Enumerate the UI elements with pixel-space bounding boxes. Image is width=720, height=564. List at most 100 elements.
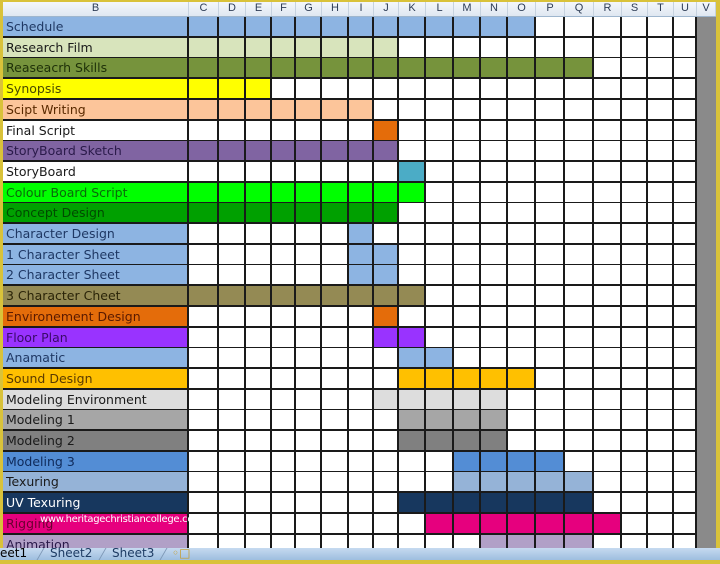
grid-cell[interactable]	[622, 389, 648, 411]
grid-cell[interactable]	[594, 58, 622, 80]
grid-cell[interactable]	[374, 368, 399, 390]
gantt-bar-cell[interactable]	[219, 203, 246, 225]
grid-cell[interactable]	[246, 265, 272, 287]
grid-cell[interactable]	[399, 99, 426, 121]
gantt-bar-cell[interactable]	[322, 37, 349, 59]
grid-cell[interactable]	[349, 327, 374, 349]
gantt-bar-cell[interactable]	[565, 58, 594, 80]
grid-cell[interactable]	[399, 120, 426, 142]
gantt-bar-cell[interactable]	[374, 389, 399, 411]
column-v-cell[interactable]	[697, 513, 716, 535]
grid-cell[interactable]	[508, 389, 536, 411]
grid-cell[interactable]	[622, 513, 648, 535]
task-label-cell[interactable]: Environement Design	[3, 306, 189, 328]
sheet-tab-3[interactable]: Sheet3	[112, 546, 154, 560]
grid-cell[interactable]	[426, 203, 454, 225]
grid-cell[interactable]	[189, 472, 219, 494]
grid-cell[interactable]	[594, 410, 622, 432]
grid-cell[interactable]	[674, 58, 697, 80]
grid-cell[interactable]	[322, 513, 349, 535]
grid-cell[interactable]	[296, 224, 322, 245]
grid-cell[interactable]	[349, 534, 374, 548]
grid-cell[interactable]	[454, 37, 481, 59]
grid-cell[interactable]	[674, 79, 697, 101]
grid-cell[interactable]	[508, 244, 536, 266]
grid-cell[interactable]	[594, 120, 622, 142]
grid-cell[interactable]	[374, 348, 399, 370]
grid-cell[interactable]	[374, 513, 399, 535]
grid-cell[interactable]	[648, 182, 674, 204]
grid-cell[interactable]	[565, 327, 594, 349]
grid-cell[interactable]	[399, 224, 426, 245]
grid-cell[interactable]	[536, 224, 565, 245]
gantt-bar-cell[interactable]	[349, 224, 374, 245]
grid-cell[interactable]	[246, 368, 272, 390]
grid-cell[interactable]	[648, 37, 674, 59]
grid-cell[interactable]	[189, 534, 219, 548]
gantt-bar-cell[interactable]	[399, 348, 426, 370]
gantt-bar-cell[interactable]	[189, 99, 219, 121]
gantt-bar-cell[interactable]	[399, 58, 426, 80]
column-v-cell[interactable]	[697, 37, 716, 59]
grid-cell[interactable]	[322, 389, 349, 411]
grid-cell[interactable]	[246, 431, 272, 452]
grid-cell[interactable]	[349, 431, 374, 452]
gantt-bar-cell[interactable]	[322, 141, 349, 163]
grid-cell[interactable]	[481, 327, 508, 349]
grid-cell[interactable]	[374, 534, 399, 548]
grid-cell[interactable]	[189, 306, 219, 328]
grid-cell[interactable]	[426, 161, 454, 183]
grid-cell[interactable]	[674, 37, 697, 59]
grid-cell[interactable]	[399, 141, 426, 163]
grid-cell[interactable]	[322, 265, 349, 287]
grid-cell[interactable]	[565, 99, 594, 121]
gantt-bar-cell[interactable]	[296, 286, 322, 308]
gantt-bar-cell[interactable]	[565, 534, 594, 548]
grid-cell[interactable]	[565, 79, 594, 101]
gantt-bar-cell[interactable]	[426, 348, 454, 370]
grid-cell[interactable]	[374, 472, 399, 494]
grid-cell[interactable]	[296, 410, 322, 432]
task-label-cell[interactable]: Modeling 3	[3, 451, 189, 473]
grid-cell[interactable]	[536, 203, 565, 225]
grid-cell[interactable]	[272, 368, 296, 390]
grid-cell[interactable]	[219, 451, 246, 473]
grid-cell[interactable]	[454, 79, 481, 101]
grid-cell[interactable]	[508, 141, 536, 163]
grid-cell[interactable]	[594, 224, 622, 245]
gantt-bar-cell[interactable]	[219, 141, 246, 163]
grid-cell[interactable]	[322, 451, 349, 473]
column-header-i[interactable]: I	[349, 2, 374, 16]
grid-cell[interactable]	[594, 182, 622, 204]
gantt-bar-cell[interactable]	[508, 472, 536, 494]
task-label-cell[interactable]: Research Film	[3, 37, 189, 59]
grid-cell[interactable]	[536, 389, 565, 411]
task-label-cell[interactable]: Anamatic	[3, 348, 189, 370]
grid-cell[interactable]	[536, 120, 565, 142]
column-header-n[interactable]: N	[481, 2, 508, 16]
grid-cell[interactable]	[622, 99, 648, 121]
column-header-f[interactable]: F	[272, 2, 296, 16]
gantt-bar-cell[interactable]	[296, 99, 322, 121]
gantt-bar-cell[interactable]	[454, 58, 481, 80]
grid-cell[interactable]	[648, 389, 674, 411]
gantt-bar-cell[interactable]	[508, 451, 536, 473]
gantt-bar-cell[interactable]	[272, 58, 296, 80]
grid-cell[interactable]	[349, 410, 374, 432]
grid-cell[interactable]	[399, 265, 426, 287]
grid-cell[interactable]	[565, 410, 594, 432]
grid-cell[interactable]	[272, 224, 296, 245]
grid-cell[interactable]	[189, 493, 219, 515]
grid-cell[interactable]	[622, 306, 648, 328]
gantt-bar-cell[interactable]	[481, 368, 508, 390]
grid-cell[interactable]	[508, 120, 536, 142]
gantt-bar-cell[interactable]	[272, 203, 296, 225]
grid-cell[interactable]	[674, 306, 697, 328]
column-header-h[interactable]: H	[322, 2, 349, 16]
gantt-bar-cell[interactable]	[189, 17, 219, 38]
grid-cell[interactable]	[536, 368, 565, 390]
column-header-q[interactable]: Q	[565, 2, 594, 16]
gantt-bar-cell[interactable]	[296, 203, 322, 225]
grid-cell[interactable]	[272, 79, 296, 101]
gantt-bar-cell[interactable]	[399, 17, 426, 38]
